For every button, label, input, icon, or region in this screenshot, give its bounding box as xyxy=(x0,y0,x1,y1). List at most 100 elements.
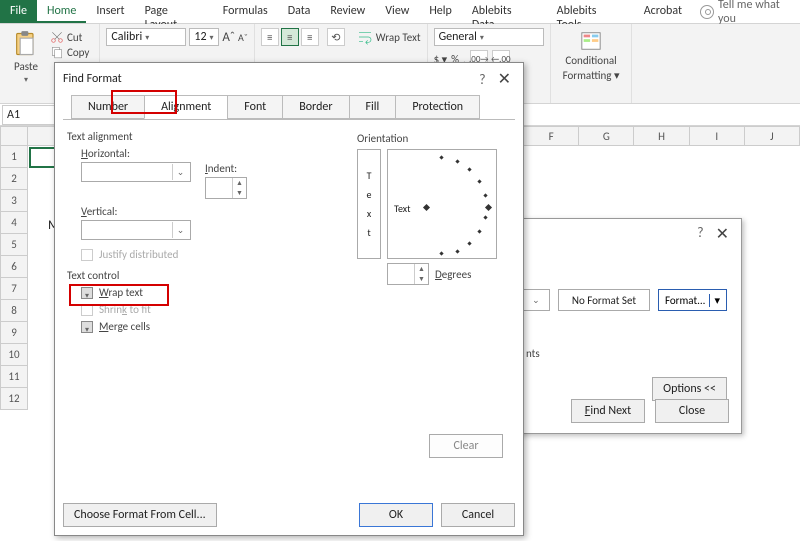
tab-ablebits-tools[interactable]: Ablebits Tools xyxy=(547,0,634,23)
horizontal-combo[interactable]: ⌄ xyxy=(81,162,191,182)
indent-spinner[interactable]: ▲▼ xyxy=(205,177,247,199)
chevron-down-icon: ▾ xyxy=(24,75,28,85)
paste-button[interactable]: Paste ▾ xyxy=(6,26,46,101)
row-header[interactable]: 1 xyxy=(0,146,28,168)
orientation-section: Orientation Text Text xyxy=(357,128,507,285)
help-button[interactable]: ? xyxy=(471,71,494,88)
copy-button[interactable]: Copy xyxy=(50,45,89,59)
increase-font-button[interactable]: Aˆ xyxy=(222,30,235,45)
dialog-tabs: Number Alignment Font Border Fill Protec… xyxy=(63,91,515,119)
row-header[interactable]: 6 xyxy=(0,256,28,278)
paste-label: Paste xyxy=(14,60,38,73)
font-size-combo[interactable]: 12 xyxy=(189,28,219,46)
tab-review[interactable]: Review xyxy=(320,0,375,23)
tab-number[interactable]: Number xyxy=(71,95,145,119)
row-header[interactable]: 5 xyxy=(0,234,28,256)
chevron-down-icon: ⌄ xyxy=(172,164,188,180)
tab-home[interactable]: Home xyxy=(37,0,86,23)
tab-view[interactable]: View xyxy=(375,0,419,23)
cut-label: Cut xyxy=(67,31,82,44)
tab-file[interactable]: File xyxy=(0,0,37,23)
find-next-button[interactable]: Find Next xyxy=(571,399,645,423)
help-button[interactable]: ? xyxy=(689,224,712,244)
wrap-text-button[interactable]: Wrap Text xyxy=(357,29,421,45)
row-header[interactable]: 11 xyxy=(0,366,28,388)
choose-format-from-cell-button[interactable]: Choose Format From Cell... xyxy=(63,503,217,527)
align-top-button[interactable]: ≡ xyxy=(261,28,279,46)
chevron-down-icon: ▾ xyxy=(709,294,720,307)
row-header[interactable]: 2 xyxy=(0,168,28,190)
name-box[interactable]: A1 xyxy=(2,105,58,125)
ok-button[interactable]: OK xyxy=(359,503,433,527)
wrap-text-label: Wrap Text xyxy=(376,31,421,44)
tab-help[interactable]: Help xyxy=(419,0,462,23)
row-header[interactable]: 8 xyxy=(0,300,28,322)
close-button[interactable]: ✕ xyxy=(712,224,733,244)
tab-data[interactable]: Data xyxy=(278,0,321,23)
tab-formulas[interactable]: Formulas xyxy=(213,0,278,23)
tab-alignment[interactable]: Alignment xyxy=(144,95,228,119)
vertical-combo[interactable]: ⌄ xyxy=(81,220,191,240)
select-all-corner[interactable] xyxy=(0,126,28,146)
tab-border[interactable]: Border xyxy=(282,95,349,119)
degrees-spinner[interactable]: ▲▼ xyxy=(387,263,429,285)
align-middle-button[interactable]: ≡ xyxy=(281,28,299,46)
orientation-heading: Orientation xyxy=(357,132,507,145)
orientation-button[interactable]: ⟲ xyxy=(327,28,345,46)
row-header[interactable]: 7 xyxy=(0,278,28,300)
cond-fmt-label2: Formatting ▾ xyxy=(563,69,620,82)
font-name-combo[interactable]: Calibri xyxy=(106,28,186,46)
conditional-formatting-icon xyxy=(580,30,602,52)
merge-cells-checkbox[interactable]: Merge cells xyxy=(81,320,511,333)
tab-protection[interactable]: Protection xyxy=(395,95,480,119)
copy-label: Copy xyxy=(67,46,89,59)
options-button[interactable]: Options << xyxy=(652,377,727,401)
format-button[interactable]: Format... ▾ xyxy=(658,289,727,311)
shrink-to-fit-checkbox: Shrink to fit xyxy=(81,303,511,316)
scissors-icon xyxy=(50,30,64,44)
tab-insert[interactable]: Insert xyxy=(86,0,134,23)
tell-me[interactable]: Tell me what you xyxy=(692,0,800,23)
format-preview: No Format Set xyxy=(558,289,650,311)
modal-title: Find Format xyxy=(63,72,122,86)
chevron-down-icon: ⌄ xyxy=(172,222,188,238)
vertical-text-button[interactable]: Text xyxy=(357,149,381,259)
col-header-i[interactable]: I xyxy=(690,126,745,146)
close-button[interactable]: ✕ xyxy=(494,69,515,89)
row-header[interactable]: 10 xyxy=(0,344,28,366)
tell-me-text: Tell me what you xyxy=(718,0,800,26)
row-header[interactable]: 12 xyxy=(0,388,28,410)
wrap-text-icon xyxy=(357,29,373,45)
close-dialog-button[interactable]: Close xyxy=(655,399,729,423)
styles-group: Conditional Formatting ▾ xyxy=(551,24,633,103)
copy-icon xyxy=(50,45,64,59)
find-select-dropdown[interactable]: ⌄ xyxy=(522,289,550,311)
cut-button[interactable]: Cut xyxy=(50,30,89,44)
ribbon-tabs: File Home Insert Page Layout Formulas Da… xyxy=(0,0,800,24)
conditional-formatting-button[interactable]: Conditional Formatting ▾ xyxy=(557,26,626,86)
col-header-h[interactable]: H xyxy=(634,126,689,146)
paste-icon xyxy=(12,30,40,58)
find-replace-dialog: ? ✕ ⌄ No Format Set Format... ▾ nts Opti… xyxy=(517,218,742,434)
tab-acrobat[interactable]: Acrobat xyxy=(634,0,692,23)
bulb-icon xyxy=(700,5,714,19)
row-header[interactable]: 4 xyxy=(0,212,28,234)
cancel-button[interactable]: Cancel xyxy=(441,503,515,527)
format-label: Format... xyxy=(665,294,706,307)
col-header-g[interactable]: G xyxy=(579,126,634,146)
align-bottom-button[interactable]: ≡ xyxy=(301,28,319,46)
clear-button[interactable]: Clear xyxy=(429,434,503,458)
col-header-j[interactable]: J xyxy=(745,126,800,146)
col-header-f[interactable]: F xyxy=(524,126,579,146)
tab-font[interactable]: Font xyxy=(227,95,283,119)
orientation-dial[interactable]: Text xyxy=(387,149,497,259)
decrease-font-button[interactable]: Aˇ xyxy=(238,31,248,44)
degrees-label: Degrees xyxy=(435,268,471,281)
row-header[interactable]: 9 xyxy=(0,322,28,344)
row-header[interactable]: 3 xyxy=(0,190,28,212)
tab-ablebits-data[interactable]: Ablebits Data xyxy=(462,0,547,23)
number-format-combo[interactable]: General xyxy=(434,28,544,46)
tab-fill[interactable]: Fill xyxy=(349,95,397,119)
tab-page-layout[interactable]: Page Layout xyxy=(135,0,213,23)
wrap-text-checkbox[interactable]: Wrap text xyxy=(81,286,511,299)
